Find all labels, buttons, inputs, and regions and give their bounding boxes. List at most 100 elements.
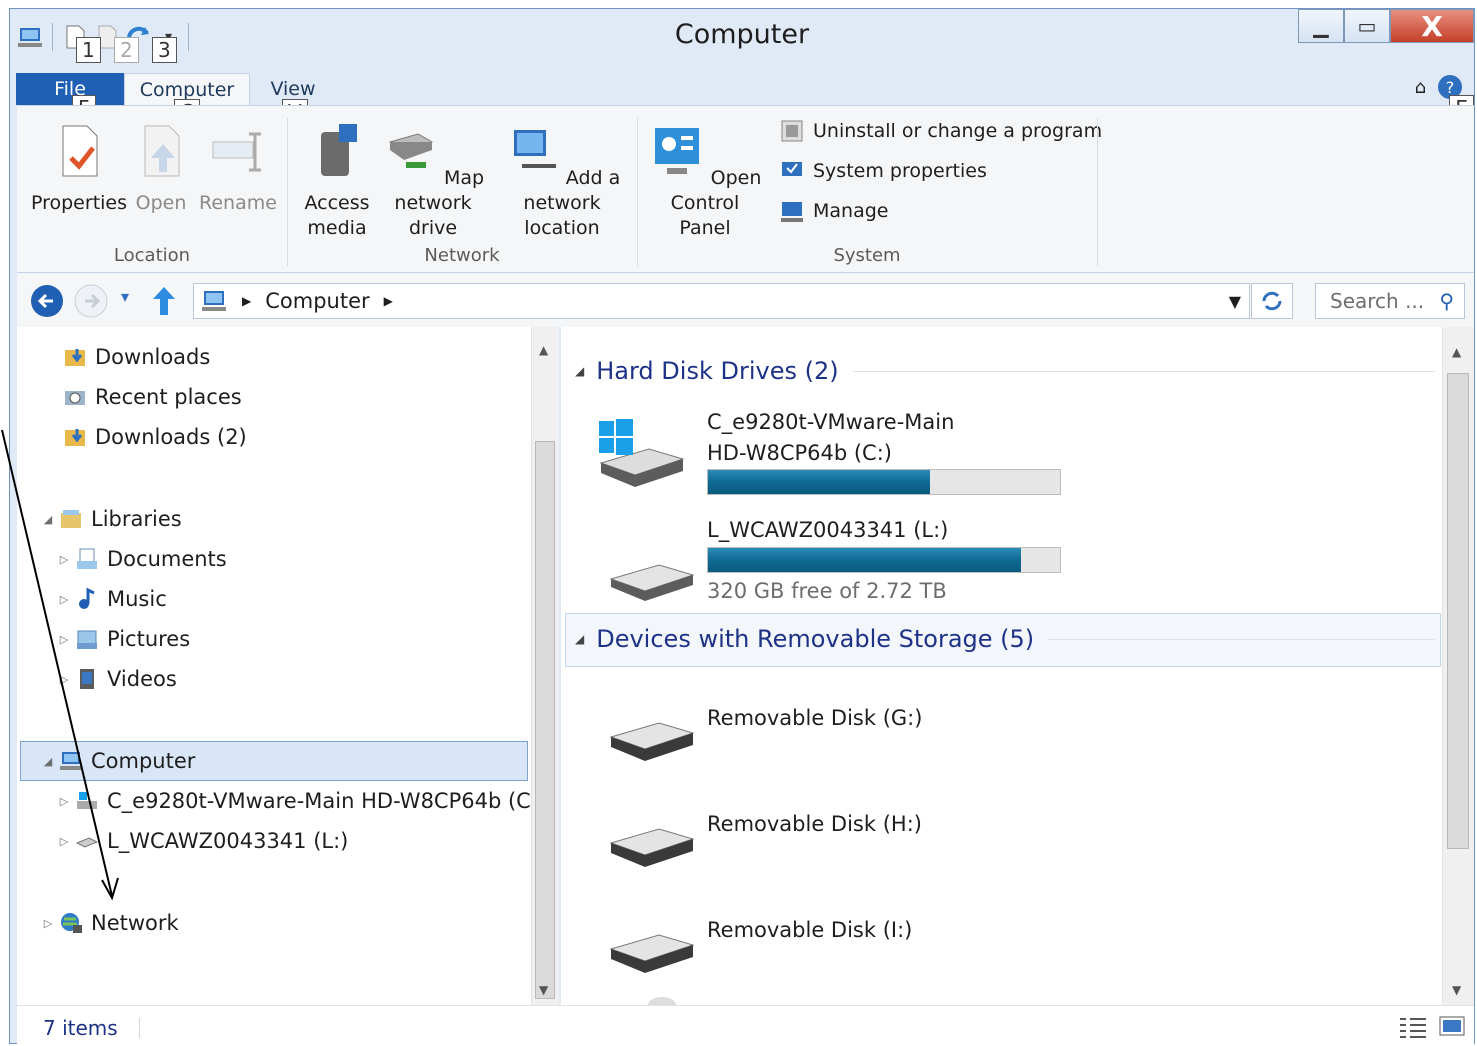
group-header-label: Devices with Removable Storage (5) bbox=[596, 625, 1035, 653]
open-control-panel-button[interactable]: Open Control Panel bbox=[643, 122, 767, 241]
group-divider bbox=[852, 370, 1435, 372]
drive-c-name-line1: C_e9280t-VMware-Main bbox=[707, 410, 955, 434]
tab-computer-label: Computer bbox=[139, 78, 235, 101]
expanded-arrow-icon[interactable]: ◢ bbox=[41, 513, 55, 526]
nav-item-drive-c[interactable]: ▷ C_e9280t-VMware-Main HD-W8CP64b (C:) bbox=[17, 783, 531, 819]
group-header-removable-storage[interactable]: ◢ Devices with Removable Storage (5) bbox=[575, 625, 1435, 653]
ribbon-separator bbox=[287, 118, 288, 266]
documents-icon bbox=[77, 548, 97, 569]
back-icon[interactable] bbox=[29, 283, 65, 319]
rename-icon bbox=[212, 132, 261, 172]
media-server-icon bbox=[321, 124, 357, 176]
refresh-button[interactable] bbox=[1251, 283, 1293, 319]
collapse-group-icon[interactable]: ◢ bbox=[575, 364, 584, 378]
collapsed-arrow-icon[interactable]: ▷ bbox=[57, 795, 71, 808]
minimize-button[interactable]: ▁ bbox=[1298, 9, 1344, 43]
navigation-scrollbar[interactable]: ▲ ▼ bbox=[531, 327, 559, 1005]
drive-l-name: L_WCAWZ0043341 (L:) bbox=[707, 518, 949, 542]
rename-button[interactable]: Rename bbox=[199, 122, 277, 216]
nav-item-downloads-2[interactable]: Downloads (2) bbox=[17, 419, 531, 455]
breadcrumb-separator-icon[interactable]: ▶ bbox=[242, 294, 251, 308]
refresh-icon bbox=[1262, 291, 1282, 311]
up-icon[interactable] bbox=[149, 285, 179, 317]
windows-drive-icon bbox=[599, 419, 685, 487]
large-icons-view-icon[interactable] bbox=[1438, 1014, 1466, 1038]
nav-item-videos[interactable]: ▷ Videos bbox=[17, 661, 531, 697]
drive-c-name-line2: HD-W8CP64b (C:) bbox=[707, 441, 892, 465]
ribbon: Properties Open Rename Location Access m… bbox=[17, 105, 1474, 273]
minimize-icon: ▁ bbox=[1313, 14, 1329, 38]
downloads-folder-icon bbox=[65, 429, 85, 446]
map-network-drive-button[interactable]: Map network drive bbox=[373, 122, 493, 241]
nav-item-music[interactable]: ▷ Music bbox=[17, 581, 531, 617]
scroll-down-icon[interactable]: ▼ bbox=[539, 983, 548, 997]
scroll-up-icon[interactable]: ▲ bbox=[539, 343, 548, 357]
nav-item-drive-l[interactable]: ▷ L_WCAWZ0043341 (L:) bbox=[17, 823, 531, 859]
nav-label: Network bbox=[91, 911, 179, 935]
forward-icon[interactable] bbox=[73, 283, 109, 319]
collapse-group-icon[interactable]: ◢ bbox=[575, 632, 584, 646]
nav-item-computer[interactable]: ◢ Computer bbox=[20, 741, 528, 781]
collapsed-arrow-icon[interactable]: ▷ bbox=[41, 917, 55, 930]
recent-locations-dropdown-icon[interactable]: ▾ bbox=[121, 287, 129, 306]
content-scrollbar[interactable]: ▲ ▼ bbox=[1442, 327, 1474, 1005]
breadcrumb-computer[interactable]: Computer bbox=[265, 289, 369, 313]
breadcrumb-separator-icon[interactable]: ▶ bbox=[384, 294, 393, 308]
nav-item-downloads[interactable]: Downloads bbox=[17, 339, 531, 375]
collapsed-arrow-icon[interactable]: ▷ bbox=[57, 633, 71, 646]
scroll-down-icon[interactable]: ▼ bbox=[1452, 983, 1461, 997]
scroll-up-icon[interactable]: ▲ bbox=[1452, 345, 1461, 359]
manage-button[interactable]: Manage bbox=[779, 198, 888, 224]
removable-disk-h-name: Removable Disk (H:) bbox=[707, 812, 922, 836]
ribbon-tabs: File Computer View F C V ⌂ ? E bbox=[10, 65, 1474, 125]
access-media-button[interactable]: Access media bbox=[297, 122, 377, 241]
content-pane: ◢ Hard Disk Drives (2) C_e9280t-VMware-M… bbox=[561, 327, 1442, 1005]
system-properties-icon bbox=[782, 162, 802, 176]
removable-disk-i-name: Removable Disk (I:) bbox=[707, 918, 913, 942]
drive-l-usage-fill bbox=[708, 548, 1022, 572]
minimize-ribbon-icon[interactable]: ⌂ bbox=[1415, 77, 1426, 98]
hard-drive-icon bbox=[75, 837, 99, 848]
expanded-arrow-icon[interactable]: ◢ bbox=[41, 755, 55, 768]
nav-item-recent-places[interactable]: Recent places bbox=[17, 379, 531, 415]
properties-button[interactable]: Properties bbox=[29, 122, 129, 216]
group-divider bbox=[1048, 638, 1435, 640]
search-input[interactable]: Search ... ⚲ bbox=[1315, 283, 1465, 319]
collapsed-arrow-icon[interactable]: ▷ bbox=[57, 673, 71, 686]
maximize-button[interactable]: ▭ bbox=[1344, 9, 1390, 43]
nav-item-documents[interactable]: ▷ Documents bbox=[17, 541, 531, 577]
nav-item-network[interactable]: ▷ Network bbox=[17, 905, 531, 941]
nav-item-pictures[interactable]: ▷ Pictures bbox=[17, 621, 531, 657]
removable-drive-icon bbox=[609, 934, 695, 973]
scrollbar-thumb[interactable] bbox=[535, 441, 555, 999]
search-placeholder: Search ... bbox=[1330, 289, 1425, 313]
removable-drive-icon bbox=[648, 997, 676, 1005]
details-view-icon[interactable] bbox=[1398, 1016, 1428, 1038]
close-button[interactable]: X bbox=[1390, 9, 1474, 43]
drive-c-usage-bar bbox=[707, 469, 1061, 495]
collapsed-arrow-icon[interactable]: ▷ bbox=[57, 835, 71, 848]
control-panel-icon bbox=[654, 128, 699, 174]
add-network-location-button[interactable]: Add a network location bbox=[495, 122, 629, 241]
status-divider bbox=[139, 1018, 140, 1038]
nav-label: Libraries bbox=[91, 507, 182, 531]
open-button[interactable]: Open bbox=[133, 122, 189, 216]
group-network-label: Network bbox=[424, 245, 500, 266]
drive-c-usage-fill bbox=[708, 470, 930, 494]
uninstall-program-button[interactable]: Uninstall or change a program bbox=[779, 118, 1102, 144]
nav-label: Recent places bbox=[95, 385, 242, 409]
manage-label: Manage bbox=[813, 200, 889, 222]
nav-label: Documents bbox=[107, 547, 227, 571]
group-header-hard-disk-drives[interactable]: ◢ Hard Disk Drives (2) bbox=[575, 357, 1435, 385]
scrollbar-thumb[interactable] bbox=[1447, 373, 1469, 849]
item-count: 7 items bbox=[43, 1016, 118, 1040]
system-properties-button[interactable]: System properties bbox=[779, 158, 987, 184]
tab-file[interactable]: File bbox=[16, 73, 124, 105]
properties-label: Properties bbox=[30, 192, 128, 214]
removable-drive-icon bbox=[609, 722, 695, 761]
collapsed-arrow-icon[interactable]: ▷ bbox=[57, 593, 71, 606]
address-bar[interactable]: ▶ Computer ▶ ▼ bbox=[193, 283, 1250, 319]
nav-item-libraries[interactable]: ◢ Libraries bbox=[17, 501, 531, 537]
address-dropdown-icon[interactable]: ▼ bbox=[1229, 292, 1241, 311]
collapsed-arrow-icon[interactable]: ▷ bbox=[57, 553, 71, 566]
